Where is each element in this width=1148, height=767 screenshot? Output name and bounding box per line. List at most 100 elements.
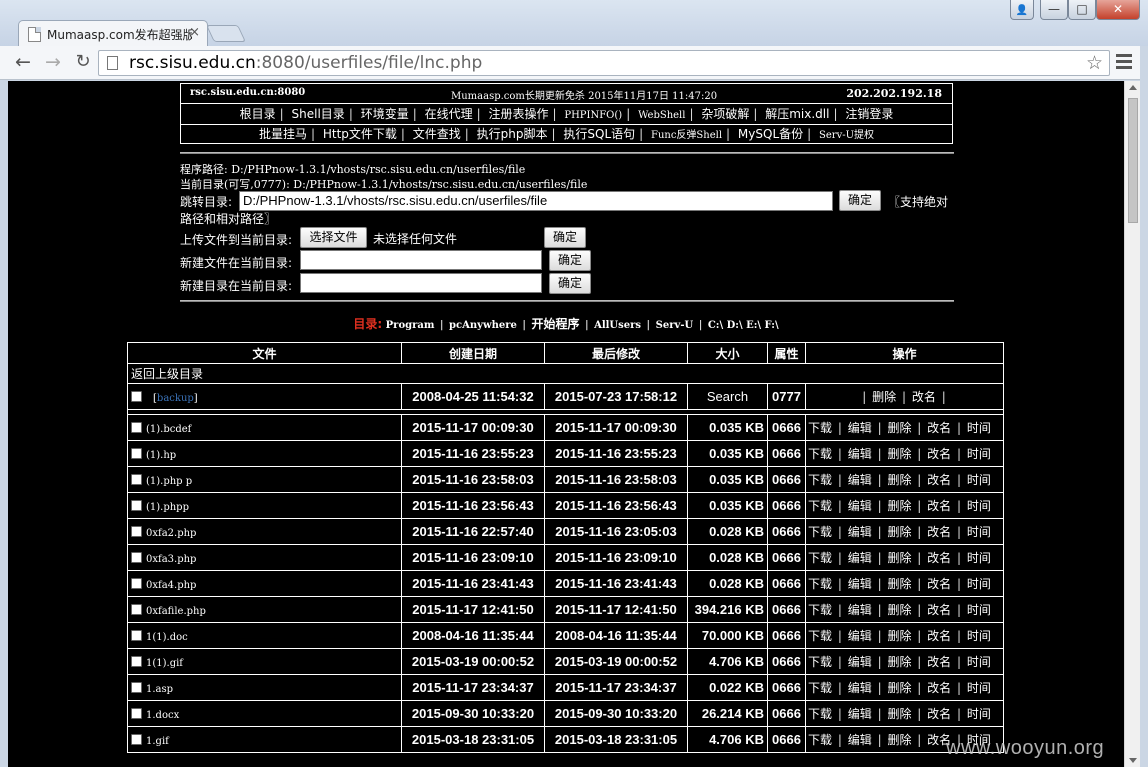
scroll-up-arrow-icon[interactable] — [1129, 85, 1137, 90]
row-checkbox[interactable] — [131, 707, 142, 719]
minimize-button[interactable]: — — [1040, 0, 1068, 20]
time-link[interactable]: 时间 — [967, 551, 991, 565]
edit-link[interactable]: 编辑 — [848, 629, 872, 643]
delete-link[interactable]: 删除 — [887, 525, 911, 539]
download-link[interactable]: 下载 — [808, 473, 832, 487]
menu-registry[interactable]: 注册表操作 — [486, 105, 550, 124]
edit-link[interactable]: 编辑 — [848, 473, 872, 487]
download-link[interactable]: 下载 — [808, 629, 832, 643]
download-link[interactable]: 下载 — [808, 655, 832, 669]
time-link[interactable]: 时间 — [967, 681, 991, 695]
delete-link[interactable]: 删除 — [887, 655, 911, 669]
user-profile-button[interactable]: 👤 — [1010, 0, 1034, 20]
download-link[interactable]: 下载 — [808, 525, 832, 539]
new-file-input[interactable] — [300, 250, 542, 270]
menu-file-search[interactable]: 文件查找 — [411, 126, 463, 143]
download-link[interactable]: 下载 — [808, 421, 832, 435]
file-link[interactable]: 1.asp — [146, 684, 173, 695]
menu-crack[interactable]: 杂项破解 — [699, 105, 751, 124]
rename-link[interactable]: 改名 — [927, 655, 951, 669]
time-link[interactable]: 时间 — [967, 499, 991, 513]
browser-tab[interactable]: Mumaasp.com发布超强版 × — [18, 20, 208, 46]
download-link[interactable]: 下载 — [808, 603, 832, 617]
edit-link[interactable]: 编辑 — [848, 551, 872, 565]
edit-link[interactable]: 编辑 — [848, 577, 872, 591]
time-link[interactable]: 时间 — [967, 525, 991, 539]
dir-pcanywhere[interactable]: pcAnywhere — [449, 320, 517, 331]
row-checkbox[interactable] — [131, 421, 142, 433]
delete-link[interactable]: 删除 — [887, 447, 911, 461]
menu-mysql-backup[interactable]: MySQL备份 — [736, 126, 805, 143]
choose-file-button[interactable]: 选择文件 — [300, 227, 367, 248]
delete-link[interactable]: 删除 — [887, 629, 911, 643]
download-link[interactable]: 下载 — [808, 551, 832, 565]
edit-link[interactable]: 编辑 — [848, 707, 872, 721]
download-link[interactable]: 下载 — [808, 733, 832, 747]
file-link[interactable]: (1).phpp — [146, 502, 189, 513]
new-dir-input[interactable] — [300, 273, 542, 293]
tab-close-icon[interactable]: × — [189, 25, 200, 40]
bookmark-star-icon[interactable]: ☆ — [1086, 52, 1103, 74]
menu-batch-inject[interactable]: 批量挂马 — [257, 126, 309, 143]
file-link[interactable]: 0xfa2.php — [146, 528, 196, 539]
edit-link[interactable]: 编辑 — [848, 421, 872, 435]
chrome-menu-icon[interactable] — [1116, 54, 1132, 72]
file-link[interactable]: 1.docx — [146, 710, 179, 721]
delete-link[interactable]: 删除 — [887, 577, 911, 591]
delete-link[interactable]: 删除 — [887, 603, 911, 617]
dir-servu[interactable]: Serv-U — [656, 320, 694, 331]
file-link[interactable]: 1.gif — [146, 736, 169, 747]
back-arrow-icon[interactable]: ← — [12, 52, 34, 74]
new-file-ok-button[interactable]: 确定 — [549, 250, 591, 271]
delete-link[interactable]: 删除 — [887, 499, 911, 513]
scroll-thumb[interactable] — [1128, 98, 1138, 223]
menu-webshell[interactable]: WebShell — [636, 106, 687, 125]
drive-links[interactable]: C:\ D:\ E:\ F:\ — [708, 320, 779, 331]
file-link[interactable]: (1).bcdef — [146, 424, 191, 435]
rename-link[interactable]: 改名 — [927, 629, 951, 643]
upload-ok-button[interactable]: 确定 — [544, 227, 586, 248]
file-link[interactable]: 0xfa3.php — [146, 554, 196, 565]
rename-link[interactable]: 改名 — [927, 473, 951, 487]
download-link[interactable]: 下载 — [808, 447, 832, 461]
dir-link[interactable]: backup — [157, 393, 194, 404]
time-link[interactable]: 时间 — [967, 447, 991, 461]
file-link[interactable]: 0xfafile.php — [146, 606, 206, 617]
row-checkbox[interactable] — [131, 499, 142, 511]
menu-proxy[interactable]: 在线代理 — [423, 105, 475, 124]
menu-shell-dir[interactable]: Shell目录 — [290, 105, 347, 124]
rename-link[interactable]: 改名 — [927, 525, 951, 539]
file-link[interactable]: (1).php p — [146, 476, 192, 487]
time-link[interactable]: 时间 — [967, 421, 991, 435]
close-window-button[interactable]: ✕ — [1096, 0, 1140, 20]
time-link[interactable]: 时间 — [967, 577, 991, 591]
menu-run-sql[interactable]: 执行SQL语句 — [561, 126, 637, 143]
row-checkbox[interactable] — [131, 681, 142, 693]
download-link[interactable]: 下载 — [808, 681, 832, 695]
row-checkbox[interactable] — [131, 733, 142, 745]
file-link[interactable]: 1(1).gif — [146, 658, 183, 669]
rename-link[interactable]: 改名 — [927, 447, 951, 461]
menu-env-vars[interactable]: 环境变量 — [359, 105, 411, 124]
maximize-button[interactable]: □ — [1068, 0, 1096, 20]
reload-icon[interactable]: ↻ — [72, 52, 94, 74]
time-link[interactable]: 时间 — [967, 707, 991, 721]
edit-link[interactable]: 编辑 — [848, 525, 872, 539]
time-link[interactable]: 时间 — [967, 629, 991, 643]
row-checkbox[interactable] — [131, 655, 142, 667]
row-checkbox[interactable] — [131, 390, 142, 402]
delete-link[interactable]: 删除 — [887, 421, 911, 435]
delete-link[interactable]: 删除 — [887, 473, 911, 487]
rename-link[interactable]: 改名 — [927, 603, 951, 617]
rename-link[interactable]: 改名 — [927, 707, 951, 721]
edit-link[interactable]: 编辑 — [848, 733, 872, 747]
menu-root-dir[interactable]: 根目录 — [238, 105, 278, 124]
edit-link[interactable]: 编辑 — [848, 499, 872, 513]
jump-dir-ok-button[interactable]: 确定 — [839, 190, 881, 211]
scroll-down-arrow-icon[interactable] — [1129, 758, 1137, 763]
address-bar[interactable]: rsc.sisu.edu.cn:8080/userfiles/file/lnc.… — [98, 50, 1110, 76]
menu-http-download[interactable]: Http文件下载 — [321, 126, 399, 143]
row-checkbox[interactable] — [131, 577, 142, 589]
parent-dir-link[interactable]: 返回上级目录 — [127, 363, 1004, 384]
rename-link[interactable]: 改名 — [927, 421, 951, 435]
